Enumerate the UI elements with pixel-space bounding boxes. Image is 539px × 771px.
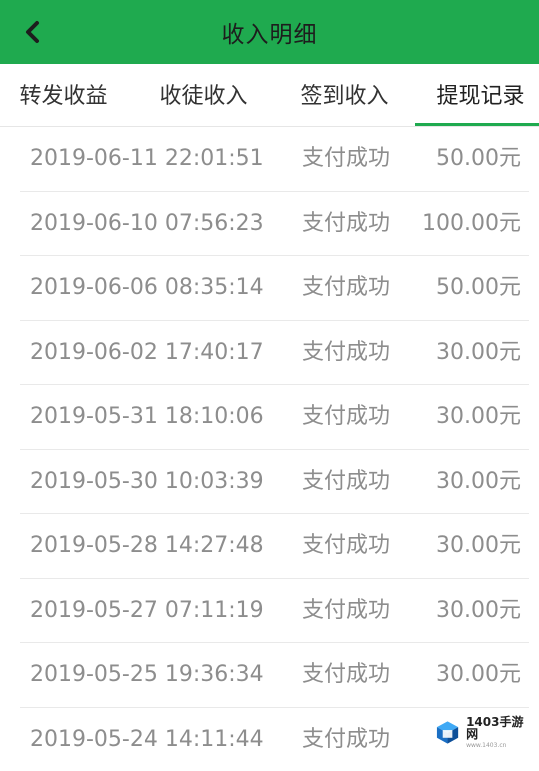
record-amount: 30.00元 bbox=[436, 450, 521, 513]
watermark-title: 1403手游网 bbox=[466, 716, 533, 740]
record-date: 2019-05-30 10:03:39 bbox=[30, 450, 264, 513]
list-item[interactable]: 2019-05-25 19:36:34 支付成功 30.00元 bbox=[20, 643, 529, 708]
record-amount: 30.00元 bbox=[436, 321, 521, 384]
record-status: 支付成功 bbox=[302, 385, 390, 448]
chevron-left-icon bbox=[24, 20, 40, 44]
record-status: 支付成功 bbox=[302, 256, 390, 319]
record-status: 支付成功 bbox=[302, 643, 390, 706]
app-header: 收入明细 bbox=[0, 0, 539, 64]
list-item[interactable]: 2019-06-10 07:56:23 支付成功 100.00元 bbox=[20, 192, 529, 257]
list-item[interactable]: 2019-06-06 08:35:14 支付成功 50.00元 bbox=[20, 256, 529, 321]
site-watermark: 1403手游网 www.1403.cn bbox=[429, 714, 533, 750]
tab-withdraw-records[interactable]: 提现记录 bbox=[422, 64, 539, 126]
record-date: 2019-05-31 18:10:06 bbox=[30, 385, 264, 448]
tab-apprentice-income[interactable]: 收徒收入 bbox=[141, 64, 266, 126]
list-item[interactable]: 2019-05-31 18:10:06 支付成功 30.00元 bbox=[20, 385, 529, 450]
record-date: 2019-05-24 14:11:44 bbox=[30, 708, 264, 771]
record-amount: 30.00元 bbox=[436, 514, 521, 577]
record-status: 支付成功 bbox=[302, 708, 390, 771]
record-amount: 50.00元 bbox=[436, 256, 521, 319]
watermark-url: www.1403.cn bbox=[466, 743, 533, 749]
record-amount: 50.00元 bbox=[436, 127, 521, 190]
list-item[interactable]: 2019-06-11 22:01:51 支付成功 50.00元 bbox=[20, 127, 529, 192]
list-item[interactable]: 2019-05-27 07:11:19 支付成功 30.00元 bbox=[20, 579, 529, 644]
record-status: 支付成功 bbox=[302, 450, 390, 513]
tab-checkin-income[interactable]: 签到收入 bbox=[282, 64, 407, 126]
record-date: 2019-06-06 08:35:14 bbox=[30, 256, 264, 319]
tab-forward-earnings[interactable]: 转发收益 bbox=[0, 64, 127, 126]
page-title: 收入明细 bbox=[222, 15, 318, 49]
list-item[interactable]: 2019-05-30 10:03:39 支付成功 30.00元 bbox=[20, 450, 529, 515]
record-amount: 30.00元 bbox=[436, 579, 521, 642]
list-item[interactable]: 2019-06-02 17:40:17 支付成功 30.00元 bbox=[20, 321, 529, 386]
list-item[interactable]: 2019-05-28 14:27:48 支付成功 30.00元 bbox=[20, 514, 529, 579]
record-amount: 30.00元 bbox=[436, 385, 521, 448]
active-tab-indicator bbox=[415, 123, 539, 126]
record-date: 2019-06-02 17:40:17 bbox=[30, 321, 264, 384]
record-status: 支付成功 bbox=[302, 127, 390, 190]
record-status: 支付成功 bbox=[302, 192, 390, 255]
record-status: 支付成功 bbox=[302, 514, 390, 577]
record-status: 支付成功 bbox=[302, 321, 390, 384]
record-date: 2019-05-27 07:11:19 bbox=[30, 579, 264, 642]
record-date: 2019-05-25 19:36:34 bbox=[30, 643, 264, 706]
record-date: 2019-06-11 22:01:51 bbox=[30, 127, 264, 190]
record-date: 2019-06-10 07:56:23 bbox=[30, 192, 264, 255]
record-amount: 100.00元 bbox=[422, 192, 521, 255]
back-button[interactable] bbox=[18, 18, 46, 46]
record-date: 2019-05-28 14:27:48 bbox=[30, 514, 264, 577]
cube-logo-icon bbox=[435, 719, 460, 745]
record-status: 支付成功 bbox=[302, 579, 390, 642]
withdraw-record-list: 2019-06-11 22:01:51 支付成功 50.00元 2019-06-… bbox=[0, 127, 539, 771]
record-amount: 30.00元 bbox=[436, 643, 521, 706]
tab-bar: 转发收益 收徒收入 签到收入 提现记录 bbox=[0, 64, 539, 127]
